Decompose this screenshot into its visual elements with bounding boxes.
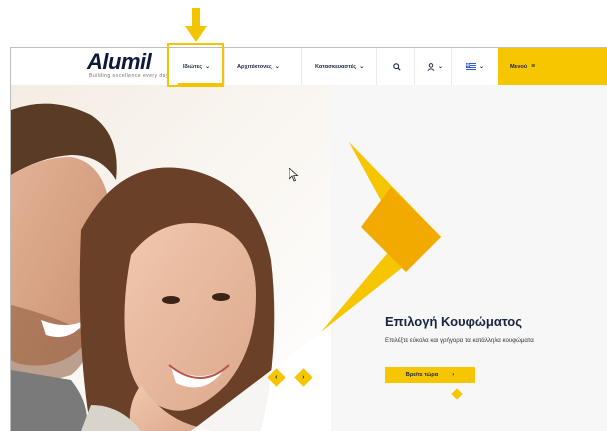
hero-subtitle: Επιλέξτε εύκολα και γρήγορα τα κατάλληλα…: [385, 337, 534, 344]
nav-item-fabricators[interactable]: Κατασκευαστές ⌄: [315, 48, 364, 85]
nav-divider: [451, 48, 452, 85]
yellow-chevron-graphic: [321, 142, 441, 332]
menu-button[interactable]: Μενού ≡: [498, 48, 607, 85]
nav-divider: [224, 48, 225, 85]
find-now-button[interactable]: Βρείτε τώρα ›: [385, 367, 475, 383]
nav-divider: [376, 48, 377, 85]
nav-divider: [301, 48, 302, 85]
annotation-arrow-icon: [185, 8, 207, 42]
mouse-cursor-icon: [289, 168, 299, 182]
site-header: Alumil Building excellence every day Ιδι…: [11, 48, 607, 86]
chevron-left-icon: ‹: [275, 374, 278, 381]
annotation-highlight-box: [167, 43, 224, 87]
logo-tagline: Building excellence every day: [89, 73, 169, 79]
chevron-down-icon: ⌄: [274, 64, 280, 70]
chevron-down-icon: ⌄: [479, 64, 485, 70]
nav-divider: [414, 48, 415, 85]
hero-title: Επιλογή Κουφώματος: [385, 314, 522, 329]
hero-section: Επιλογή Κουφώματος Επιλέξτε εύκολα και γ…: [11, 85, 607, 431]
account-button[interactable]: ⌄: [427, 48, 443, 85]
menu-label: Μενού: [510, 63, 528, 70]
nav-item-label: Κατασκευαστές: [315, 63, 357, 70]
chevron-right-icon: ›: [452, 372, 455, 378]
chevron-right-icon: ›: [302, 374, 305, 381]
browser-viewport: Alumil Building excellence every day Ιδι…: [10, 47, 607, 431]
language-selector[interactable]: ⌄: [466, 48, 484, 85]
logo-wordmark: Alumil: [87, 49, 152, 74]
nav-item-label: Αρχιτέκτονες: [237, 63, 272, 70]
greek-flag-icon: [466, 63, 476, 70]
chevron-down-icon: ⌄: [438, 64, 444, 70]
decorative-diamond: [451, 388, 463, 400]
hamburger-icon: ≡: [531, 63, 536, 70]
chevron-down-icon: ⌄: [359, 64, 365, 70]
cta-label: Βρείτε τώρα: [405, 372, 439, 378]
search-icon: [393, 62, 401, 71]
alumil-logo[interactable]: Alumil Building excellence every day: [87, 51, 175, 81]
user-icon: [427, 62, 435, 71]
nav-item-architects[interactable]: Αρχιτέκτονες ⌄: [237, 48, 280, 85]
search-button[interactable]: [393, 48, 401, 85]
